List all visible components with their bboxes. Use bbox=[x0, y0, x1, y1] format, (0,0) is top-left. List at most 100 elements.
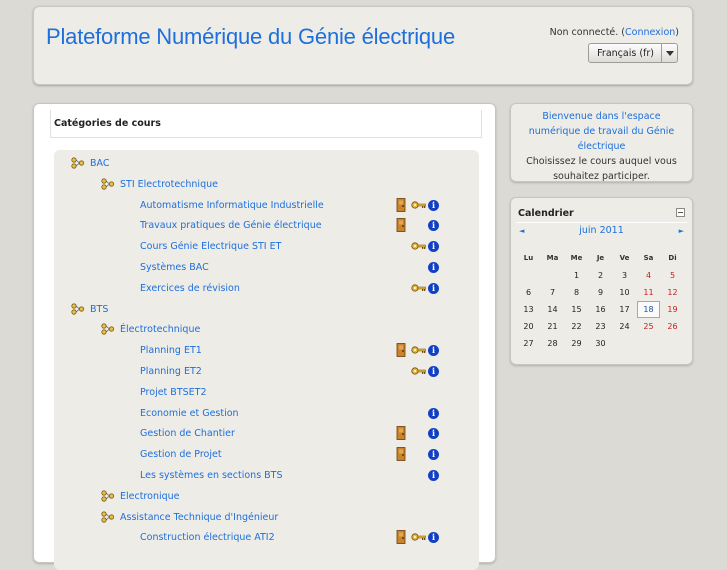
course-link[interactable]: Gestion de Chantier bbox=[140, 428, 235, 439]
key-icon bbox=[411, 200, 426, 209]
calendar-day[interactable]: 15 bbox=[565, 301, 588, 318]
course-link[interactable]: Exercices de révision bbox=[140, 283, 240, 294]
info-icon[interactable]: i bbox=[428, 241, 439, 253]
course-item[interactable]: Cours Génie Electrique STI ET i bbox=[54, 238, 479, 258]
login-link[interactable]: Connexion bbox=[625, 27, 675, 38]
calendar-day[interactable]: 16 bbox=[589, 301, 612, 318]
category-link[interactable]: STI Electrotechnique bbox=[120, 179, 218, 190]
info-icon[interactable]: i bbox=[428, 282, 439, 294]
calendar-day[interactable]: 23 bbox=[589, 318, 612, 335]
course-item[interactable]: Gestion de Chantier i bbox=[54, 425, 479, 445]
course-link[interactable]: Projet BTSET2 bbox=[140, 387, 207, 398]
course-item[interactable]: Les systèmes en sections BTS i bbox=[54, 467, 479, 487]
category-folder-icon bbox=[71, 157, 85, 169]
calendar-day[interactable]: 5 bbox=[661, 267, 684, 284]
calendar-day[interactable]: 11 bbox=[637, 284, 660, 301]
course-link[interactable]: Economie et Gestion bbox=[140, 408, 239, 419]
calendar-day[interactable]: 13 bbox=[517, 301, 540, 318]
page-header: Plateforme Numérique du Génie électrique… bbox=[33, 6, 693, 85]
category-item[interactable]: Électrotechnique bbox=[54, 321, 479, 341]
chevron-down-icon[interactable] bbox=[661, 44, 677, 62]
key-icon bbox=[411, 367, 426, 375]
category-link[interactable]: BTS bbox=[90, 304, 108, 315]
category-item[interactable]: BAC bbox=[54, 155, 479, 175]
course-link[interactable]: Travaux pratiques de Génie électrique bbox=[140, 220, 322, 231]
calendar-day[interactable]: 12 bbox=[661, 284, 684, 301]
key-icon bbox=[411, 284, 426, 292]
calendar-block: Calendrier ◄ juin 2011 ► Lu Ma Me Je Ve Sa Di 1… bbox=[510, 197, 693, 365]
course-item[interactable]: Exercices de révision i bbox=[54, 280, 479, 300]
calendar-day[interactable]: 2 bbox=[589, 267, 612, 284]
key-icon bbox=[411, 242, 426, 250]
category-item[interactable]: BTS bbox=[54, 301, 479, 321]
calendar-day[interactable]: 8 bbox=[565, 284, 588, 301]
course-item[interactable]: Planning ET1 i bbox=[54, 342, 479, 362]
course-item[interactable]: Construction électrique ATI2 i bbox=[54, 529, 479, 549]
course-link[interactable]: Planning ET2 bbox=[140, 366, 202, 377]
course-item[interactable]: Systèmes BAC i bbox=[54, 259, 479, 279]
calendar-day-header: Ma bbox=[546, 254, 559, 262]
info-icon[interactable]: i bbox=[428, 428, 439, 440]
course-item[interactable]: Economie et Gestion i bbox=[54, 405, 479, 425]
calendar-day[interactable]: 17 bbox=[613, 301, 636, 318]
collapse-icon[interactable] bbox=[676, 208, 685, 217]
category-link[interactable]: Electronique bbox=[120, 491, 180, 502]
category-link[interactable]: Électrotechnique bbox=[120, 324, 200, 335]
calendar-day[interactable]: 29 bbox=[565, 335, 588, 352]
calendar-day[interactable]: 22 bbox=[565, 318, 588, 335]
course-item[interactable]: Projet BTSET2 bbox=[54, 384, 479, 404]
language-select[interactable]: Français (fr) bbox=[588, 43, 678, 63]
category-link[interactable]: Assistance Technique d'Ingénieur bbox=[120, 512, 278, 523]
course-link[interactable]: Automatisme Informatique Industrielle bbox=[140, 200, 324, 211]
info-icon[interactable]: i bbox=[428, 449, 439, 461]
info-icon[interactable]: i bbox=[428, 345, 439, 357]
key-icon bbox=[411, 346, 426, 354]
next-month-icon[interactable]: ► bbox=[679, 227, 684, 235]
login-status: Non connecté. ( bbox=[549, 27, 626, 38]
calendar-day[interactable]: 9 bbox=[589, 284, 612, 301]
calendar-day[interactable]: 3 bbox=[613, 267, 636, 284]
calendar-day[interactable]: 27 bbox=[517, 335, 540, 352]
category-link[interactable]: BAC bbox=[90, 158, 109, 169]
info-icon[interactable]: i bbox=[428, 470, 439, 481]
course-item[interactable]: Automatisme Informatique Industrielle i bbox=[54, 197, 479, 217]
course-categories-block: Catégories de cours BAC STI Electrotechni… bbox=[33, 103, 496, 570]
info-icon[interactable]: i bbox=[428, 366, 439, 377]
category-folder-icon bbox=[101, 490, 115, 502]
calendar-day[interactable]: 1 bbox=[565, 267, 588, 284]
course-link[interactable]: Systèmes BAC bbox=[140, 262, 209, 273]
calendar-day[interactable]: 28 bbox=[541, 335, 564, 352]
course-item[interactable]: Travaux pratiques de Génie électrique i bbox=[54, 217, 479, 237]
course-link[interactable]: Les systèmes en sections BTS bbox=[140, 470, 283, 481]
calendar-day[interactable]: 20 bbox=[517, 318, 540, 335]
calendar-day[interactable]: 6 bbox=[517, 284, 540, 301]
course-link[interactable]: Cours Génie Electrique STI ET bbox=[140, 241, 281, 252]
course-item[interactable]: Planning ET2 i bbox=[54, 363, 479, 383]
calendar-day[interactable]: 30 bbox=[589, 335, 612, 352]
calendar-day[interactable]: 21 bbox=[541, 318, 564, 335]
course-item[interactable]: Gestion de Projet i bbox=[54, 446, 479, 466]
site-title[interactable]: Plateforme Numérique du Génie électrique bbox=[46, 24, 455, 50]
calendar-day[interactable]: 25 bbox=[637, 318, 660, 335]
category-item[interactable]: Electronique bbox=[54, 488, 479, 508]
info-icon[interactable]: i bbox=[428, 407, 439, 419]
info-icon[interactable]: i bbox=[428, 532, 439, 544]
info-icon[interactable]: i bbox=[428, 220, 439, 232]
category-item[interactable]: Assistance Technique d'Ingénieur bbox=[54, 509, 479, 529]
key-icon bbox=[411, 533, 426, 541]
calendar-month[interactable]: juin 2011 bbox=[511, 225, 692, 236]
calendar-day[interactable]: 26 bbox=[661, 318, 684, 335]
info-icon[interactable]: i bbox=[428, 262, 439, 273]
calendar-day[interactable]: 10 bbox=[613, 284, 636, 301]
course-link[interactable]: Construction électrique ATI2 bbox=[140, 532, 275, 543]
calendar-day[interactable]: 19 bbox=[661, 301, 684, 318]
calendar-today[interactable]: 18 bbox=[637, 301, 660, 318]
calendar-day[interactable]: 7 bbox=[541, 284, 564, 301]
course-link[interactable]: Gestion de Projet bbox=[140, 449, 222, 460]
category-item[interactable]: STI Electrotechnique bbox=[54, 176, 479, 196]
info-icon[interactable]: i bbox=[428, 199, 439, 211]
calendar-day[interactable]: 4 bbox=[637, 267, 660, 284]
calendar-day[interactable]: 24 bbox=[613, 318, 636, 335]
course-link[interactable]: Planning ET1 bbox=[140, 345, 202, 356]
calendar-day[interactable]: 14 bbox=[541, 301, 564, 318]
